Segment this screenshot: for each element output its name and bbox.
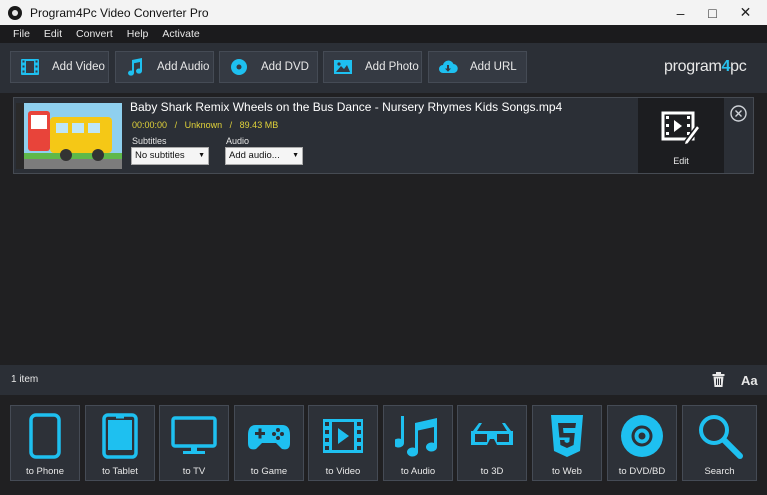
- 3d-glasses-icon: [469, 413, 515, 459]
- to-game-label: to Game: [250, 466, 288, 477]
- add-url-label: Add URL: [470, 61, 517, 73]
- to-video-button[interactable]: to Video: [308, 405, 378, 481]
- meta-separator: /: [174, 120, 178, 130]
- to-dvd-bd-button[interactable]: to DVD/BD: [607, 405, 677, 481]
- chevron-down-icon: ▼: [198, 152, 205, 159]
- music-note-icon: [125, 57, 145, 77]
- dvd-icon: [619, 413, 665, 459]
- edit-video-icon: [661, 110, 701, 151]
- close-window-button[interactable]: ✕: [729, 0, 762, 25]
- tablet-icon: [97, 413, 143, 459]
- minimize-button[interactable]: –: [664, 0, 697, 25]
- title-bar: Program4Pc Video Converter Pro – □ ✕: [0, 0, 767, 25]
- search-icon: [697, 413, 743, 459]
- cloud-download-icon: [438, 57, 458, 77]
- remove-file-icon[interactable]: [730, 105, 747, 122]
- subtitles-value: No subtitles: [135, 150, 185, 161]
- search-button[interactable]: Search: [682, 405, 757, 481]
- status-bar: 1 item Aa: [0, 365, 767, 395]
- subtitles-dropdown[interactable]: No subtitles ▼: [131, 147, 209, 165]
- window-title: Program4Pc Video Converter Pro: [30, 5, 209, 20]
- add-dvd-button[interactable]: Add DVD: [219, 51, 318, 83]
- video-film-icon: [320, 413, 366, 459]
- file-list: Baby Shark Remix Wheels on the Bus Dance…: [0, 93, 767, 365]
- add-audio-button[interactable]: Add Audio: [115, 51, 214, 83]
- menu-help[interactable]: Help: [120, 25, 156, 43]
- phone-icon: [22, 413, 68, 459]
- file-duration: 00:00:00: [132, 120, 168, 130]
- to-tablet-button[interactable]: to Tablet: [85, 405, 155, 481]
- add-url-button[interactable]: Add URL: [428, 51, 527, 83]
- audio-label: Audio: [226, 136, 250, 146]
- disc-icon: [229, 57, 249, 77]
- file-size: 89.43 MB: [239, 120, 279, 130]
- html5-icon: [544, 413, 590, 459]
- to-video-label: to Video: [325, 466, 361, 477]
- file-resolution: Unknown: [184, 120, 223, 130]
- music-notes-icon: [395, 413, 441, 459]
- to-dvd-bd-label: to DVD/BD: [618, 466, 666, 477]
- menu-file[interactable]: File: [0, 25, 37, 43]
- to-game-button[interactable]: to Game: [234, 405, 304, 481]
- to-web-label: to Web: [552, 466, 582, 477]
- film-icon: [20, 57, 40, 77]
- add-dvd-label: Add DVD: [261, 61, 309, 73]
- to-tv-label: to TV: [182, 466, 206, 477]
- to-3d-label: to 3D: [480, 466, 504, 477]
- to-3d-button[interactable]: to 3D: [457, 405, 527, 481]
- audio-dropdown[interactable]: Add audio... ▼: [225, 147, 303, 165]
- menu-activate[interactable]: Activate: [155, 25, 206, 43]
- image-icon: [333, 57, 353, 77]
- edit-button[interactable]: Edit: [638, 98, 724, 173]
- search-label: Search: [704, 466, 735, 477]
- add-video-button[interactable]: Add Video: [10, 51, 109, 83]
- add-photo-label: Add Photo: [365, 61, 419, 73]
- add-audio-label: Add Audio: [157, 61, 210, 73]
- gamepad-icon: [246, 413, 292, 459]
- trash-icon[interactable]: [712, 372, 725, 392]
- menu-convert[interactable]: Convert: [69, 25, 120, 43]
- to-web-button[interactable]: to Web: [532, 405, 602, 481]
- to-phone-label: to Phone: [25, 466, 65, 477]
- to-phone-button[interactable]: to Phone: [10, 405, 80, 481]
- tv-icon: [171, 413, 217, 459]
- video-thumbnail: [16, 103, 122, 169]
- font-size-button[interactable]: Aa: [741, 373, 758, 388]
- add-video-label: Add Video: [52, 61, 105, 73]
- menu-bar: File Edit Convert Help Activate: [0, 25, 767, 43]
- to-tv-button[interactable]: to TV: [159, 405, 229, 481]
- logo-text-prefix: program: [664, 58, 722, 75]
- item-count: 1 item: [11, 374, 39, 385]
- toolbar: Add Video Add Audio Add DVD Add Photo Ad…: [0, 43, 767, 93]
- logo-text-suffix: pc: [730, 58, 747, 75]
- file-meta: 00:00:00 / Unknown / 89.43 MB: [132, 120, 278, 130]
- to-audio-label: to Audio: [400, 466, 436, 477]
- menu-edit[interactable]: Edit: [37, 25, 69, 43]
- to-audio-button[interactable]: to Audio: [383, 405, 453, 481]
- meta-separator: /: [229, 120, 233, 130]
- file-list-item[interactable]: Baby Shark Remix Wheels on the Bus Dance…: [13, 97, 754, 174]
- edit-label: Edit: [673, 156, 689, 166]
- add-photo-button[interactable]: Add Photo: [323, 51, 422, 83]
- file-name: Baby Shark Remix Wheels on the Bus Dance…: [130, 100, 563, 114]
- audio-value: Add audio...: [229, 150, 280, 161]
- profile-bar: to Phone to Tablet to TV to Game to Vide…: [0, 395, 767, 495]
- program4pc-logo: program4pc: [664, 58, 747, 76]
- logo-text-four: 4: [721, 58, 731, 75]
- subtitles-label: Subtitles: [132, 136, 167, 146]
- maximize-button[interactable]: □: [696, 0, 729, 25]
- app-logo-icon: [8, 5, 22, 20]
- chevron-down-icon: ▼: [292, 152, 299, 159]
- to-tablet-label: to Tablet: [102, 466, 138, 477]
